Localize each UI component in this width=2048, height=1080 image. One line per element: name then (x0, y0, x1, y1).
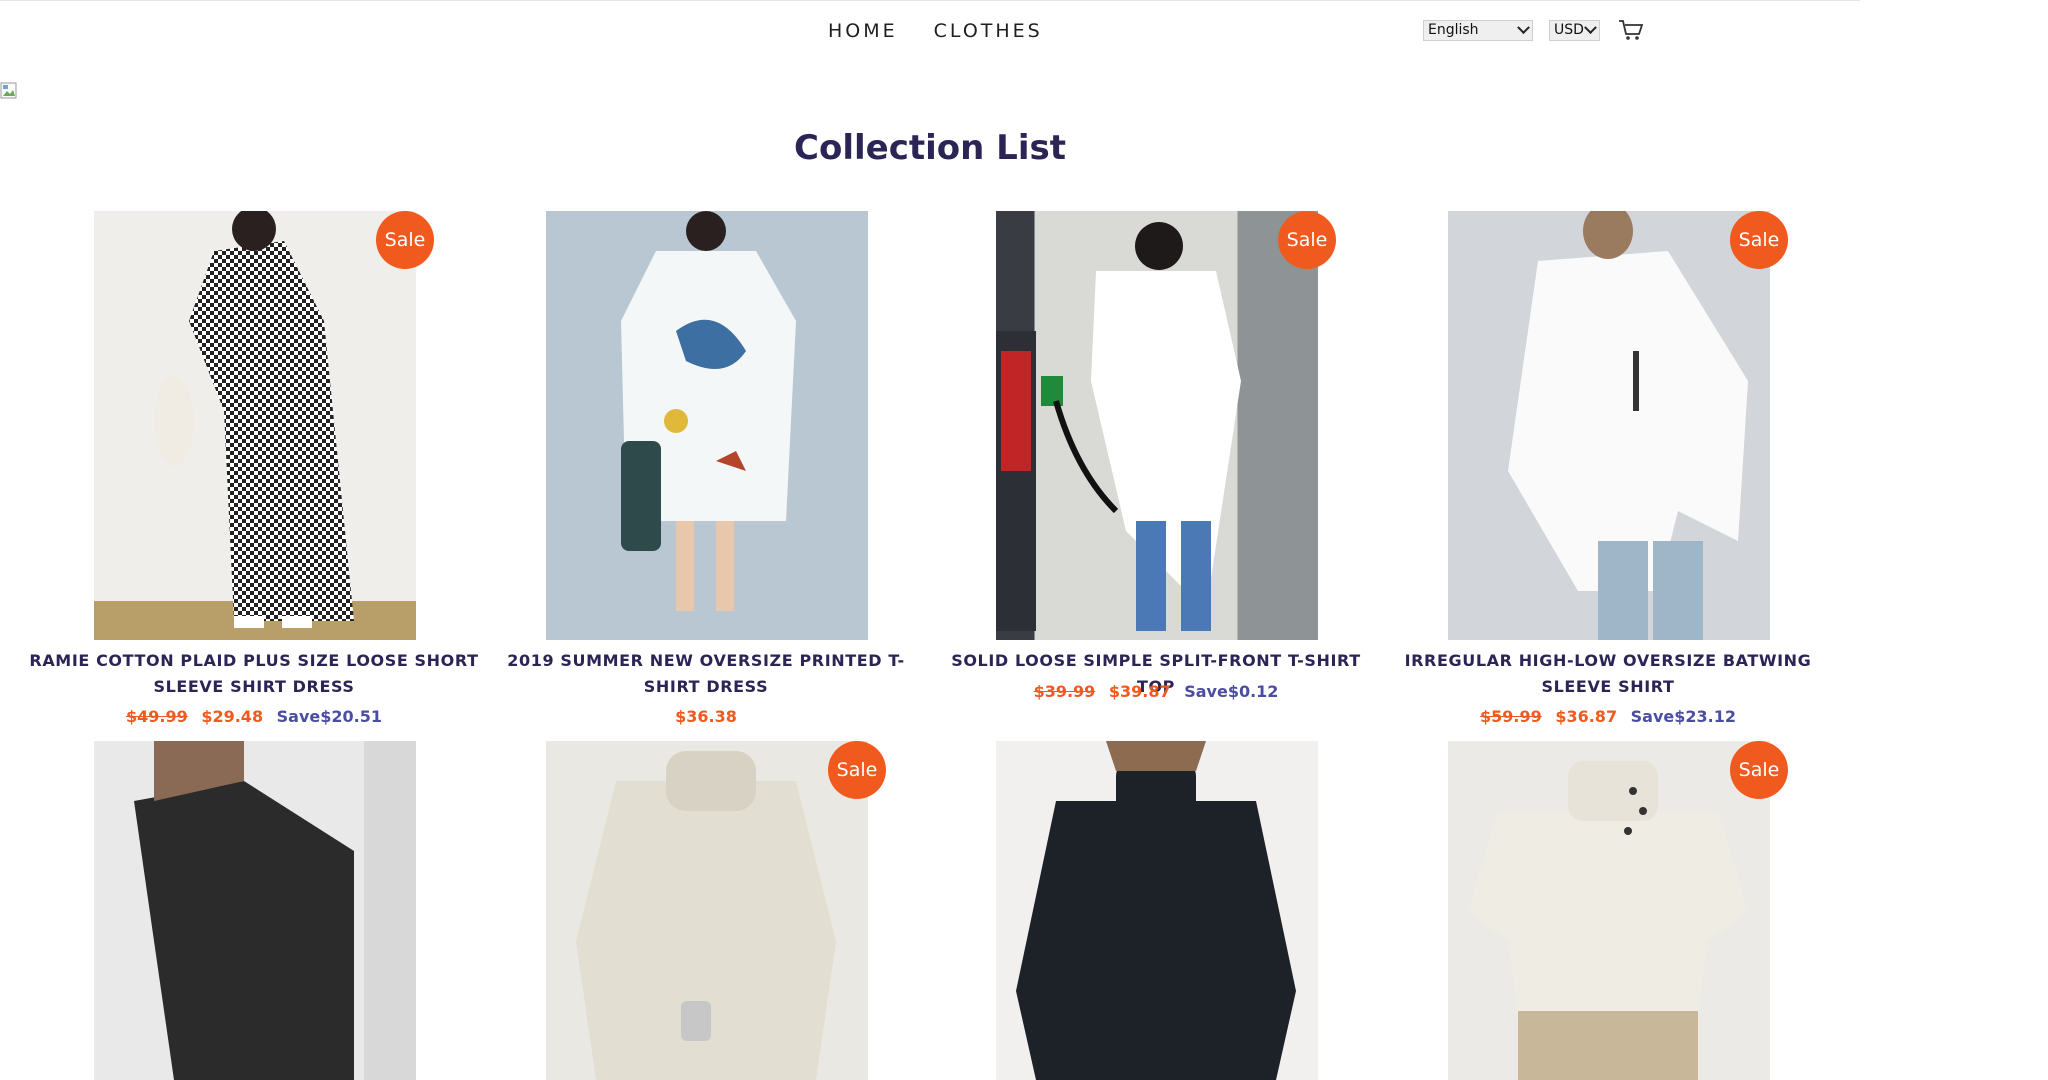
currency-select[interactable]: USD (1549, 19, 1600, 41)
header-divider (0, 0, 1860, 1)
sale-badge: Sale (376, 211, 434, 269)
sale-badge: Sale (828, 741, 886, 799)
sale-price: $39.87 (1108, 682, 1171, 701)
compare-price: $49.99 (126, 707, 188, 726)
currency-value: USD (1554, 22, 1584, 38)
product-image[interactable] (1448, 211, 1770, 640)
product-prices: $59.99 $36.87 Save$23.12 (1383, 707, 1833, 726)
sale-badge: Sale (1730, 211, 1788, 269)
chevron-down-icon (1517, 20, 1530, 34)
compare-price: $59.99 (1480, 707, 1542, 726)
header-controls: English USD (1423, 19, 1644, 41)
product-price: $36.38 (675, 707, 737, 726)
cart-icon[interactable] (1618, 19, 1644, 41)
product-title[interactable]: IRREGULAR HIGH-LOW OVERSIZE BATWING SLEE… (1383, 648, 1833, 700)
product-image[interactable] (996, 211, 1318, 640)
product-image[interactable] (1448, 741, 1770, 1080)
broken-image-icon (0, 82, 17, 99)
language-value: English (1428, 22, 1479, 38)
product-image[interactable] (996, 741, 1318, 1080)
product-prices: $36.38 (481, 707, 931, 726)
product-image[interactable] (94, 211, 416, 640)
compare-price: $39.99 (1033, 682, 1096, 701)
sale-price: $29.48 (201, 707, 264, 726)
language-select[interactable]: English (1423, 19, 1533, 41)
page-title: Collection List (794, 128, 1066, 168)
product-prices: $39.99 $39.87 Save$0.12 (931, 682, 1381, 701)
product-image[interactable] (94, 741, 416, 1080)
product-title[interactable]: RAMIE COTTON PLAID PLUS SIZE LOOSE SHORT… (29, 648, 479, 700)
sale-badge: Sale (1278, 211, 1336, 269)
chevron-down-icon (1584, 20, 1597, 34)
save-amount: Save$23.12 (1630, 707, 1736, 726)
nav-home[interactable]: HOME (828, 16, 898, 46)
save-amount: Save$20.51 (276, 707, 382, 726)
product-image[interactable] (546, 741, 868, 1080)
product-image[interactable] (546, 211, 868, 640)
product-prices: $49.99 $29.48 Save$20.51 (29, 707, 479, 726)
product-title[interactable]: 2019 SUMMER NEW OVERSIZE PRINTED T-SHIRT… (481, 648, 931, 700)
main-nav: HOME CLOTHES (828, 16, 1043, 46)
sale-badge: Sale (1730, 741, 1788, 799)
save-amount: Save$0.12 (1184, 682, 1279, 701)
sale-price: $36.87 (1555, 707, 1618, 726)
nav-clothes[interactable]: CLOTHES (934, 16, 1043, 46)
